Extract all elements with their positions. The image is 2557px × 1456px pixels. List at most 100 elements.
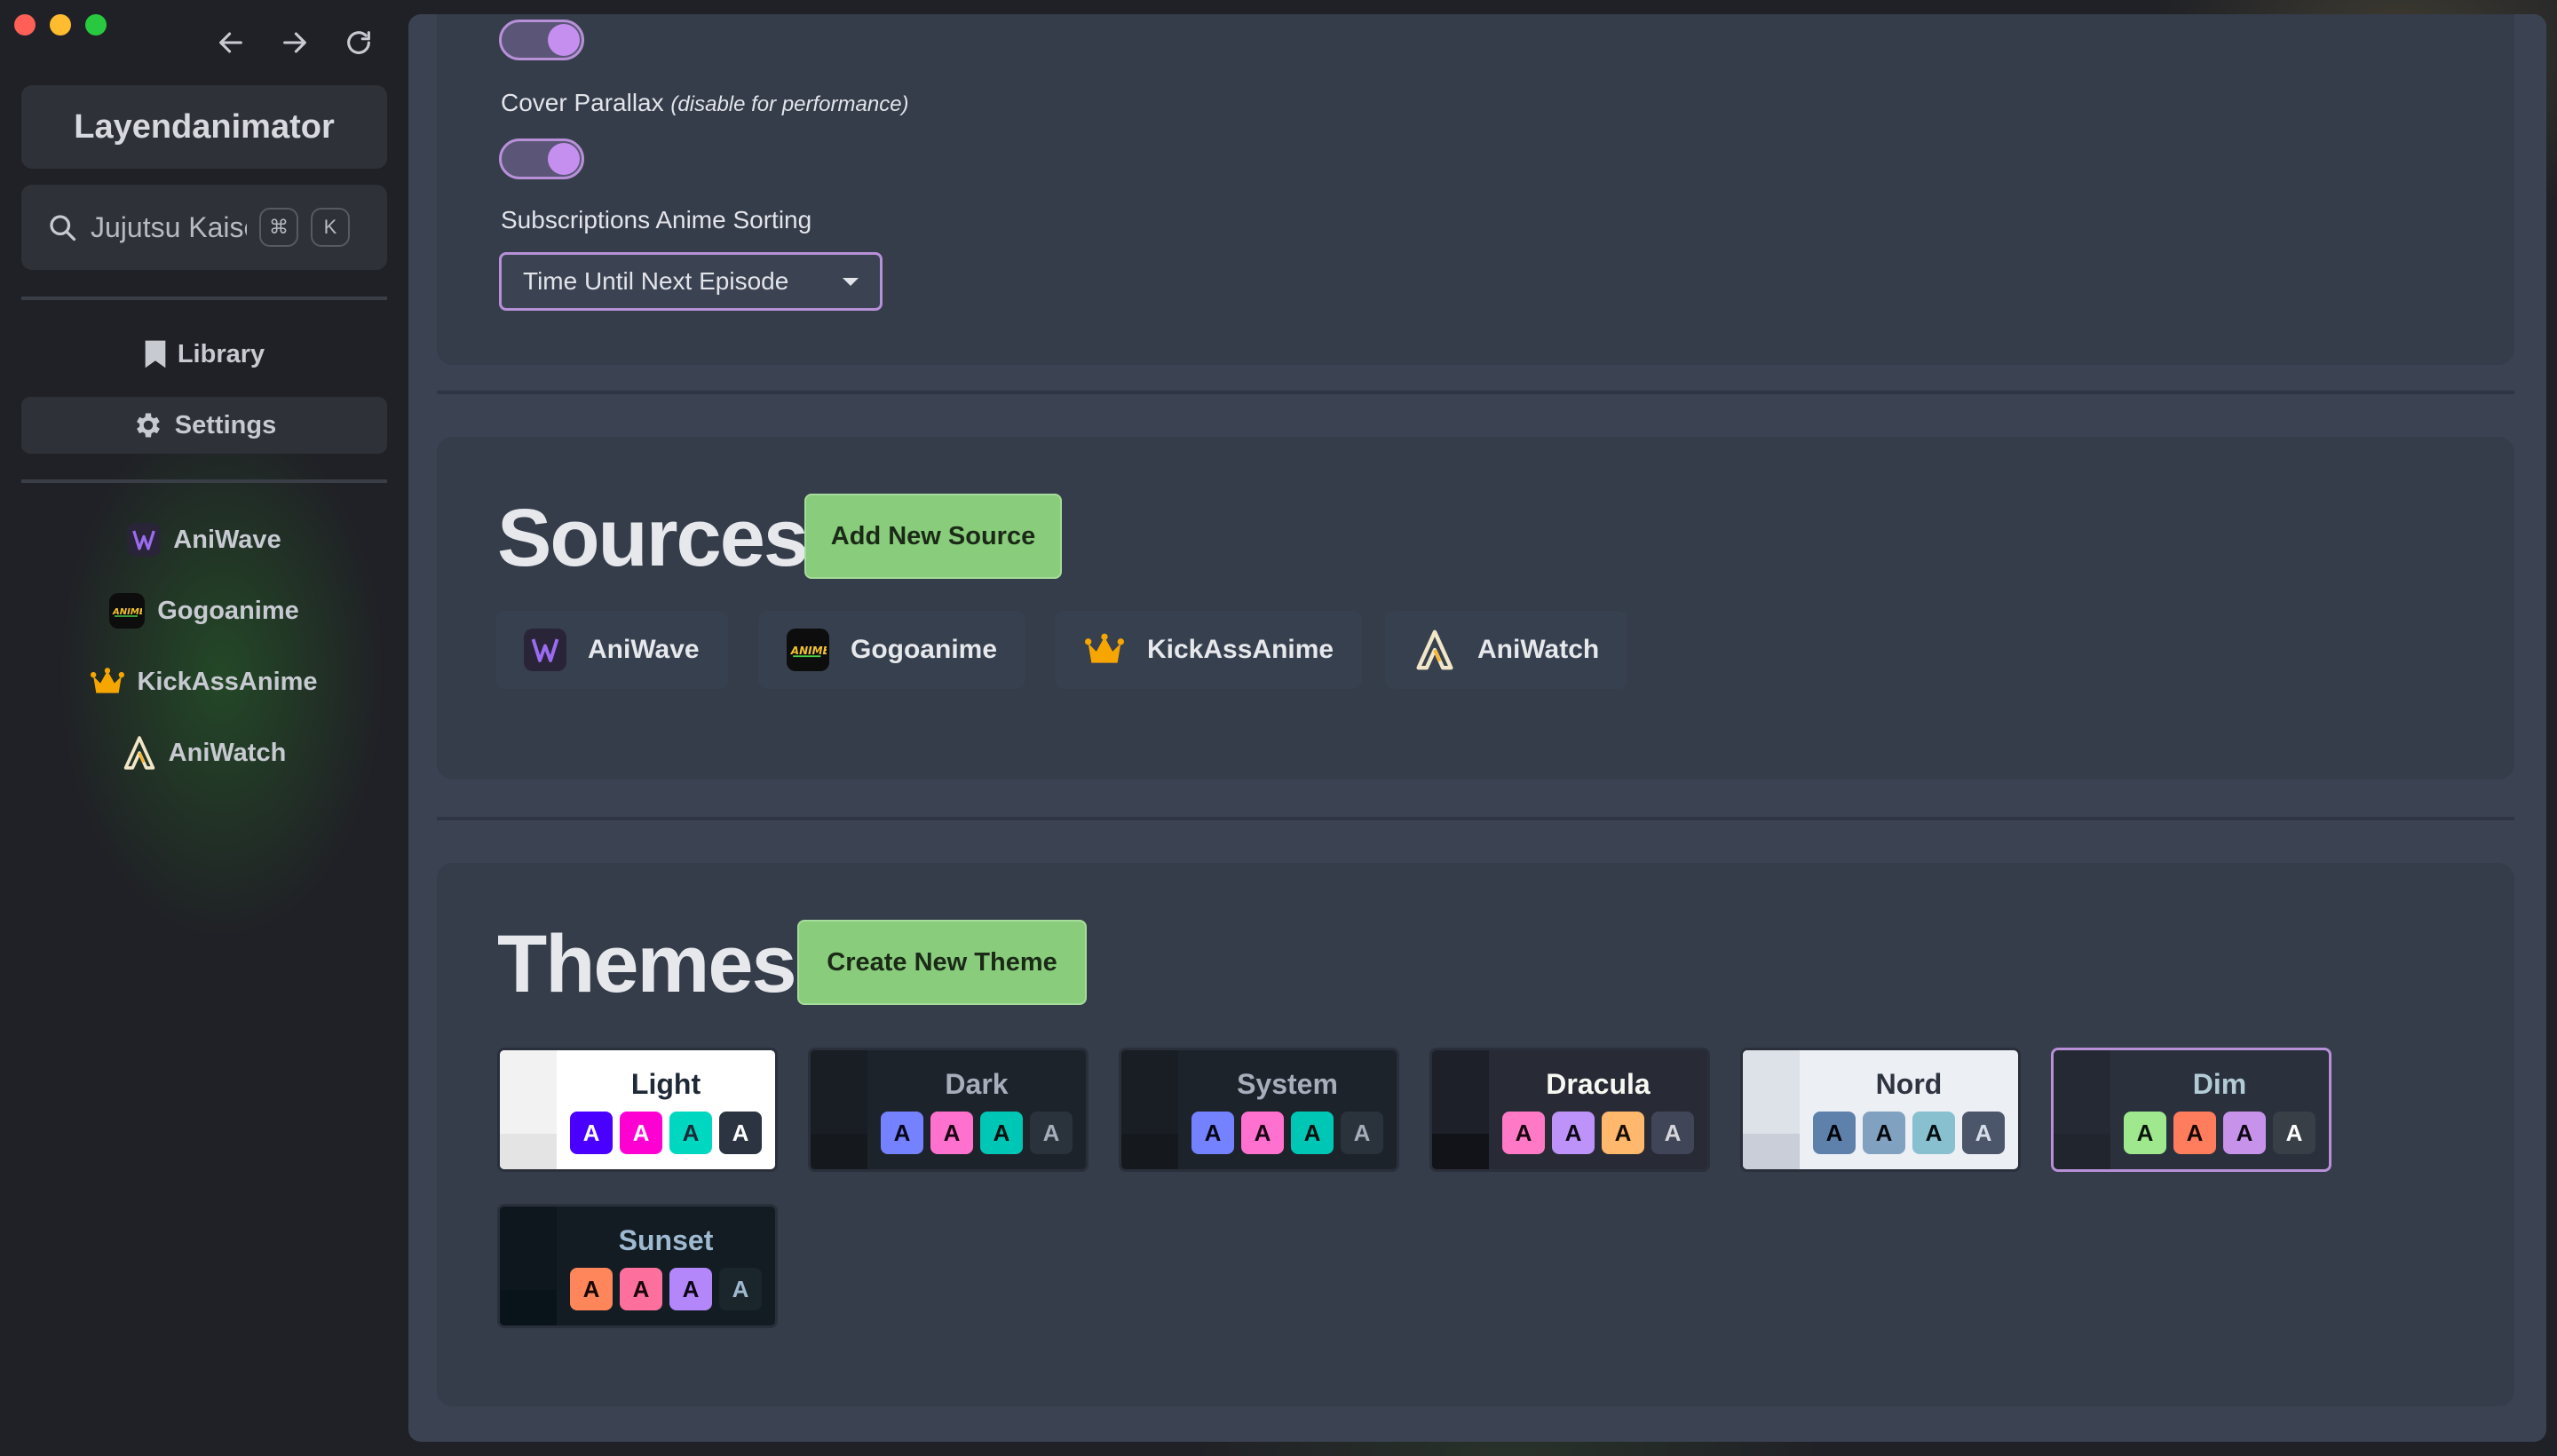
theme-card-dracula[interactable]: Dracula A A A A: [1429, 1048, 1710, 1172]
sorting-label: Subscriptions Anime Sorting: [501, 206, 812, 233]
window-controls: [14, 14, 107, 36]
sidebar-item-kickassanime[interactable]: KickAssAnime: [21, 657, 387, 707]
theme-swatches: AAAA: [2124, 1112, 2316, 1154]
source-chip-label: KickAssAnime: [1147, 635, 1334, 664]
theme-card-dark[interactable]: Dark A A A A: [808, 1048, 1089, 1172]
source-chip-gogoanime[interactable]: ANIME Gogoanime: [758, 611, 1026, 689]
theme-card-sunset[interactable]: Sunset A A A A: [497, 1204, 778, 1328]
nav-library[interactable]: Library: [21, 326, 387, 383]
theme-color-swatch: A: [719, 1112, 762, 1154]
gogoanime-logo-icon: ANIME: [109, 593, 146, 629]
sidebar-item-gogoanime[interactable]: ANIME Gogoanime: [21, 586, 387, 636]
themes-card: Themes Create New Theme Light A A A A Dark A A A…: [437, 863, 2514, 1406]
shortcut-cmd-key: ⌘: [259, 208, 298, 247]
theme-preview-strip: [1432, 1050, 1489, 1169]
theme-color-swatch: A: [669, 1112, 712, 1154]
sorting-select-value: Time Until Next Episode: [523, 267, 789, 295]
arrow-left-icon: [219, 32, 242, 53]
reload-button[interactable]: [341, 25, 376, 60]
theme-color-swatch: A: [1651, 1112, 1694, 1154]
theme-color-swatch: A: [2173, 1112, 2216, 1154]
theme-color-swatch: A: [719, 1268, 762, 1310]
source-chip-label: AniWatch: [1477, 635, 1600, 664]
theme-color-swatch: A: [2124, 1112, 2166, 1154]
theme-card-nord[interactable]: Nord A A A A: [1740, 1048, 2021, 1172]
theme-strip-bottom: [1121, 1134, 1178, 1169]
theme-color-swatch: A: [1962, 1112, 2005, 1154]
history-controls: [213, 25, 376, 60]
theme-color-swatch: A: [1030, 1112, 1073, 1154]
theme-swatches: AAAA: [570, 1112, 762, 1154]
search-input[interactable]: [91, 210, 247, 244]
source-chip-kickassanime[interactable]: KickAssAnime: [1055, 611, 1363, 689]
theme-card-light[interactable]: Light A A A A: [497, 1048, 778, 1172]
theme-color-swatch: A: [2273, 1112, 2316, 1154]
close-window-button[interactable]: [14, 14, 36, 36]
sidebar-item-aniwatch[interactable]: AniWatch: [21, 728, 387, 778]
sidebar-divider: [21, 297, 387, 300]
theme-color-swatch: A: [1912, 1112, 1955, 1154]
theme-swatches: AAAA: [1502, 1112, 1694, 1154]
sorting-select[interactable]: Time Until Next Episode: [499, 252, 883, 311]
theme-card-dim[interactable]: Dim A A A A: [2051, 1048, 2331, 1172]
create-theme-button[interactable]: Create New Theme: [797, 920, 1087, 1005]
theme-color-swatch: A: [1552, 1112, 1595, 1154]
section-divider: [437, 817, 2514, 820]
sidebar-item-label: KickAssAnime: [137, 667, 318, 696]
chevron-down-icon: [843, 277, 859, 286]
maximize-window-button[interactable]: [85, 14, 107, 36]
aniwatch-logo-icon: [1413, 629, 1456, 671]
theme-name: Dim: [2192, 1068, 2247, 1100]
theme-preview-strip: [2054, 1050, 2110, 1169]
nav-settings[interactable]: Settings: [21, 397, 387, 454]
theme-strip-top: [811, 1050, 867, 1134]
theme-color-swatch: A: [2223, 1112, 2266, 1154]
nav-settings-label: Settings: [174, 410, 277, 439]
theme-name: System: [1237, 1068, 1338, 1100]
themes-title: Themes: [497, 919, 797, 1009]
theme-body: System A A A A: [1178, 1050, 1397, 1169]
aniwave-logo-icon: [524, 629, 566, 671]
theme-color-swatch: A: [881, 1112, 923, 1154]
theme-color-swatch: A: [620, 1268, 662, 1310]
theme-strip-top: [1432, 1050, 1489, 1134]
theme-color-swatch: A: [669, 1268, 712, 1310]
theme-color-swatch: A: [620, 1112, 662, 1154]
theme-preview-strip: [500, 1207, 557, 1325]
cover-parallax-label: Cover Parallax (disable for performance): [501, 89, 909, 117]
arrow-right-icon: [283, 32, 306, 53]
theme-strip-top: [500, 1050, 557, 1134]
toggle-knob: [548, 143, 580, 175]
search-box[interactable]: ⌘ K: [21, 185, 387, 270]
theme-name: Nord: [1875, 1068, 1943, 1100]
minimize-window-button[interactable]: [50, 14, 71, 36]
theme-strip-bottom: [500, 1290, 557, 1325]
theme-color-swatch: A: [1602, 1112, 1644, 1154]
theme-color-swatch: A: [570, 1268, 613, 1310]
top-setting-toggle[interactable]: [499, 20, 584, 60]
source-chip-aniwave[interactable]: AniWave: [495, 611, 728, 689]
theme-card-system[interactable]: System A A A A: [1119, 1048, 1399, 1172]
theme-swatches: AAAA: [570, 1268, 762, 1310]
sidebar-divider: [21, 479, 387, 483]
nav-library-label: Library: [177, 339, 265, 368]
theme-strip-bottom: [2054, 1134, 2110, 1169]
cover-parallax-toggle[interactable]: [499, 138, 584, 179]
theme-strip-top: [1743, 1050, 1800, 1134]
theme-color-swatch: A: [1341, 1112, 1383, 1154]
gear-icon: [136, 413, 160, 438]
crown-icon: [91, 668, 125, 693]
theme-color-swatch: A: [1191, 1112, 1234, 1154]
source-chip-label: AniWave: [588, 635, 700, 664]
theme-name: Sunset: [618, 1224, 714, 1256]
forward-button[interactable]: [277, 25, 313, 60]
sidebar-item-aniwave[interactable]: AniWave: [21, 515, 387, 565]
add-source-button[interactable]: Add New Source: [804, 494, 1062, 579]
back-button[interactable]: [213, 25, 249, 60]
theme-color-swatch: A: [1291, 1112, 1334, 1154]
reload-icon: [347, 31, 370, 54]
source-chip-aniwatch[interactable]: AniWatch: [1385, 611, 1628, 689]
shortcut-k-key: K: [311, 208, 350, 247]
bookmark-icon: [145, 340, 166, 368]
theme-color-swatch: A: [1502, 1112, 1545, 1154]
